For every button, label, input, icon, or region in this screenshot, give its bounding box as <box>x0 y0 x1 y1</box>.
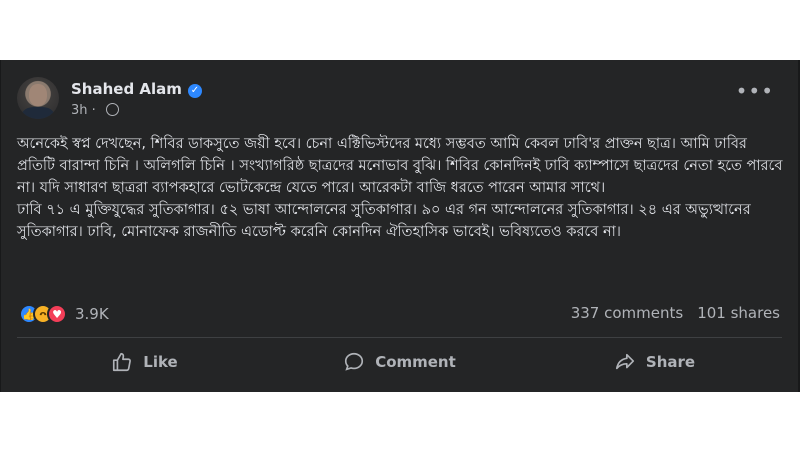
share-button[interactable]: Share <box>527 342 782 382</box>
reactions-summary[interactable]: 👍 ᴖ ♥ 3.9K <box>19 304 109 324</box>
like-label: Like <box>143 353 178 371</box>
comment-icon <box>345 352 364 371</box>
thumbs-up-icon <box>113 352 132 372</box>
avatar-shirt <box>22 107 54 119</box>
actions-divider <box>17 337 782 338</box>
action-bar: Like Comment Share <box>17 342 782 382</box>
shares-count[interactable]: 101 shares <box>697 304 780 322</box>
post-time[interactable]: 3h <box>71 103 88 118</box>
post-stats: 337 comments 101 shares <box>571 304 780 322</box>
post-card: Shahed Alam ✓ 3h · ••• অনেকেই স্বপ্ন দেখছ… <box>1 60 798 392</box>
share-icon <box>615 353 634 370</box>
globe-icon <box>105 103 119 116</box>
love-reaction-icon: ♥ <box>47 304 67 324</box>
verified-badge-icon: ✓ <box>187 84 202 98</box>
post-frame: Shahed Alam ✓ 3h · ••• অনেকেই স্বপ্ন দেখছ… <box>0 60 800 392</box>
author-avatar[interactable] <box>17 77 59 119</box>
comment-label: Comment <box>375 353 456 371</box>
post-text: অনেকেই স্বপ্ন দেখছেন, শিবির ডাকসুতে জয়ী… <box>17 133 787 243</box>
author-name[interactable]: Shahed Alam ✓ <box>71 80 202 98</box>
post-paragraph-2: ঢাবি ৭১ এ মুক্তিযুদ্ধের সুতিকাগার। ৫২ ভা… <box>17 202 751 240</box>
post-meta: 3h · <box>71 103 119 118</box>
meta-separator: · <box>87 103 100 118</box>
more-options-icon[interactable]: ••• <box>736 81 774 101</box>
like-button[interactable]: Like <box>17 342 272 382</box>
comment-button[interactable]: Comment <box>272 342 527 382</box>
post-paragraph-1: অনেকেই স্বপ্ন দেখছেন, শিবির ডাকসুতে জয়ী… <box>17 136 783 196</box>
reaction-count[interactable]: 3.9K <box>75 305 109 323</box>
author-name-text[interactable]: Shahed Alam <box>71 80 182 98</box>
share-label: Share <box>645 353 696 371</box>
comments-count[interactable]: 337 comments <box>571 304 683 322</box>
avatar-face <box>29 84 47 106</box>
